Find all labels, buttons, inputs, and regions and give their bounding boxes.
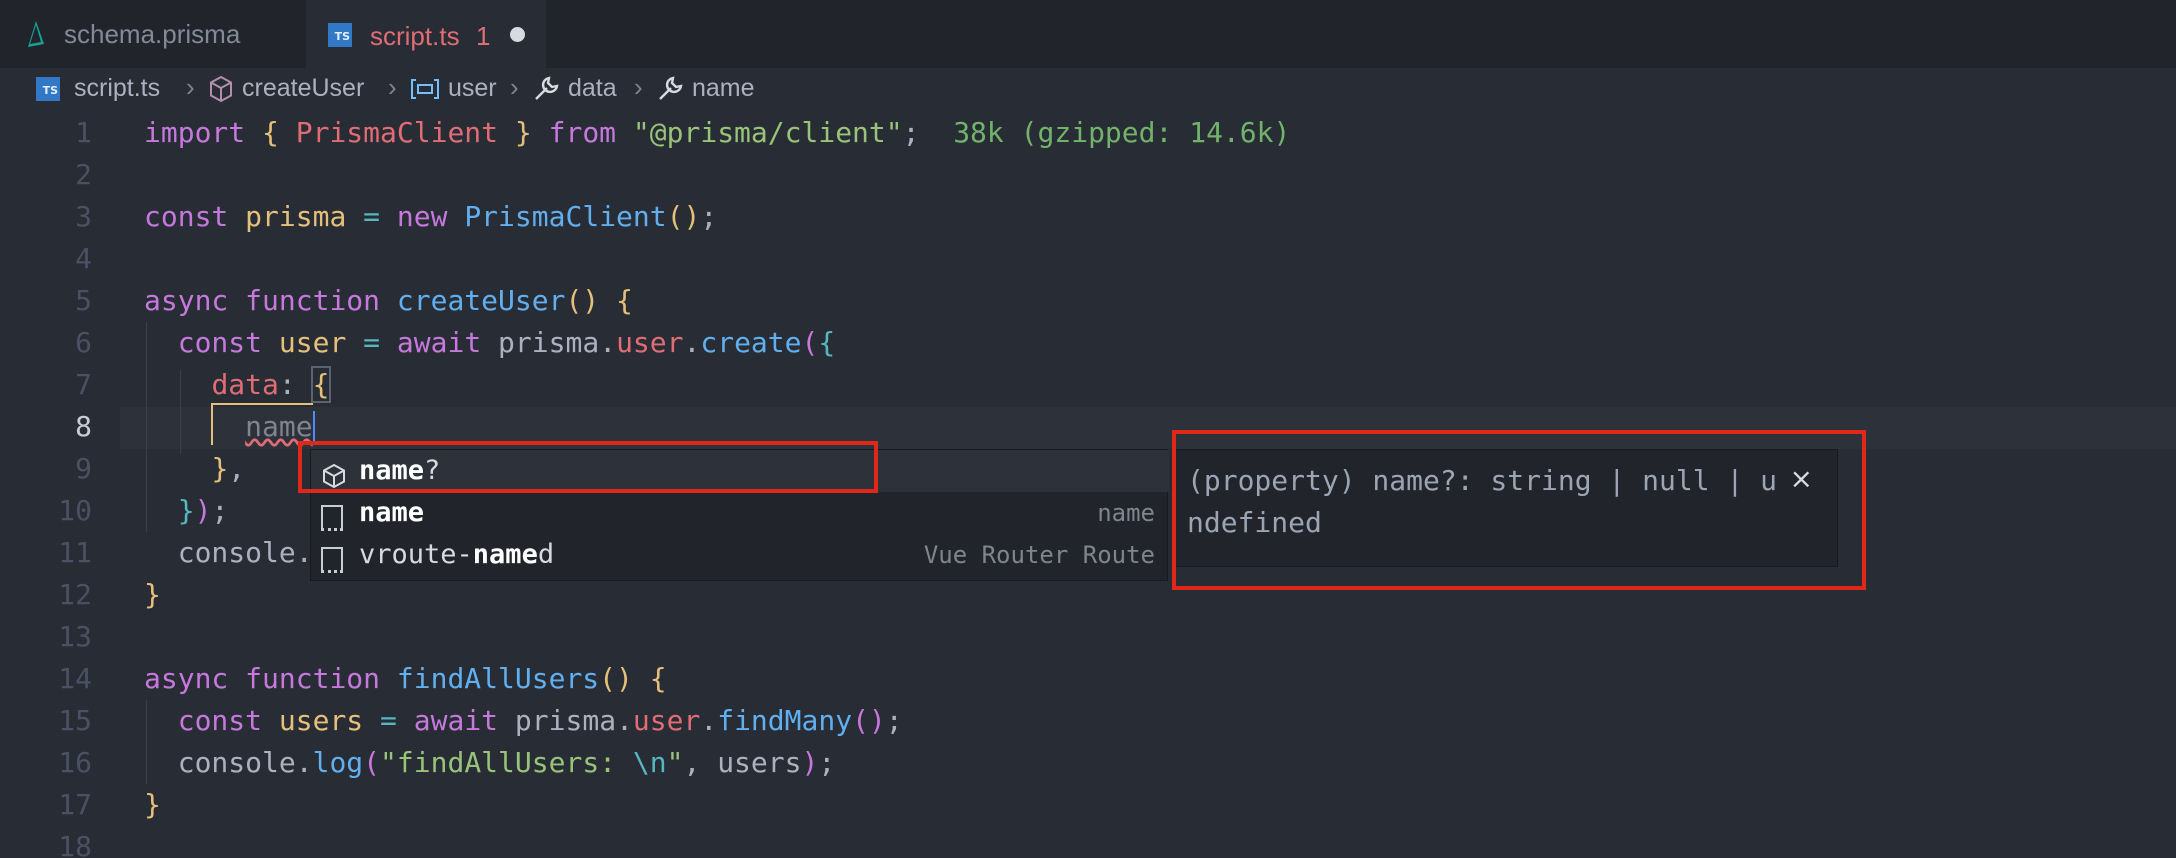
highlight-box-suggestion	[298, 441, 878, 493]
line-number: 9	[75, 452, 92, 485]
breadcrumb-label: data	[568, 74, 617, 102]
tab-script-ts[interactable]: TS script.ts 1	[306, 0, 546, 68]
wrench-icon	[535, 76, 559, 100]
line-number: 13	[58, 620, 92, 653]
breadcrumb-file[interactable]: TS script.ts	[36, 74, 160, 103]
line-number: 14	[58, 662, 92, 695]
code-line: 1 import { PrismaClient } from "@prisma/…	[0, 112, 2176, 154]
breadcrumb-item-data[interactable]: data	[532, 74, 617, 103]
suggestion-rest: d	[537, 539, 555, 570]
import-cost-hint: 38k (gzipped: 14.6k)	[953, 116, 1291, 149]
breadcrumb: TS script.ts › createUser › user › data …	[0, 68, 2176, 112]
code-line: 15 const users = await prisma.user.findM…	[0, 700, 2176, 742]
bracket-match-guide	[211, 403, 313, 445]
tab-label: script.ts	[370, 21, 460, 51]
line-number: 12	[58, 578, 92, 611]
line-number: 3	[75, 200, 92, 233]
code-line: 2	[0, 154, 2176, 196]
suggestion-item[interactable]: name name	[311, 492, 1169, 534]
typescript-icon: TS	[328, 23, 352, 47]
line-number: 17	[58, 788, 92, 821]
prisma-icon	[24, 19, 46, 56]
code-line: 16 console.log("findAllUsers: \n", users…	[0, 742, 2176, 784]
wrench-icon	[659, 76, 683, 100]
suggestion-prefix: vroute-	[359, 539, 473, 570]
chevron-right-icon: ›	[510, 72, 519, 102]
chevron-right-icon: ›	[186, 72, 195, 102]
breadcrumb-file-label: script.ts	[74, 74, 161, 102]
suggestion-match: name	[472, 539, 538, 570]
code-line: 4	[0, 238, 2176, 280]
tab-bar: schema.prisma TS script.ts 1	[0, 0, 2176, 68]
breadcrumb-item-name[interactable]: name	[656, 74, 755, 103]
code-line: 5 async function createUser() {	[0, 280, 2176, 322]
breadcrumb-label: user	[448, 74, 497, 102]
tab-label: schema.prisma	[64, 19, 241, 49]
highlight-box-details	[1172, 430, 1866, 590]
code-line: 3 const prisma = new PrismaClient();	[0, 196, 2176, 238]
chevron-right-icon: ›	[634, 72, 643, 102]
suggestion-detail: Vue Router Route	[923, 541, 1155, 569]
code-line: 18	[0, 826, 2176, 858]
code-line: 17 }	[0, 784, 2176, 826]
code-line: 6 const user = await prisma.user.create(…	[0, 322, 2176, 364]
breadcrumb-item-user[interactable]: user	[410, 74, 497, 103]
code-line: 13	[0, 616, 2176, 658]
line-number: 1	[75, 116, 92, 149]
breadcrumb-label: createUser	[242, 74, 365, 102]
breadcrumb-label: name	[692, 74, 755, 102]
code-line: 14 async function findAllUsers() {	[0, 658, 2176, 700]
cube-icon	[210, 75, 232, 102]
variable-icon	[411, 78, 439, 99]
code-line: 7 data: {	[0, 364, 2176, 406]
line-number: 16	[58, 746, 92, 779]
line-number: 4	[75, 242, 92, 275]
breadcrumb-item-createuser[interactable]: createUser	[208, 74, 364, 103]
line-number: 11	[58, 536, 92, 569]
suggestion-item[interactable]: vroute-named Vue Router Route	[311, 534, 1169, 576]
unsaved-dot-icon[interactable]	[510, 27, 525, 42]
line-number: 10	[58, 494, 92, 527]
tab-schema-prisma[interactable]: schema.prisma	[0, 0, 304, 68]
line-number: 2	[75, 158, 92, 191]
line-number: 7	[75, 368, 92, 401]
suggestion-detail: name	[1097, 499, 1155, 527]
suggestion-match: name	[359, 497, 425, 528]
line-number: 8	[75, 410, 92, 443]
line-number: 15	[58, 704, 92, 737]
line-number: 5	[75, 284, 92, 317]
line-number: 6	[75, 326, 92, 359]
chevron-right-icon: ›	[388, 72, 397, 102]
typescript-icon: TS	[36, 76, 60, 101]
line-number: 18	[58, 830, 92, 858]
problem-count-badge: 1	[476, 21, 491, 51]
word-icon	[321, 544, 343, 586]
